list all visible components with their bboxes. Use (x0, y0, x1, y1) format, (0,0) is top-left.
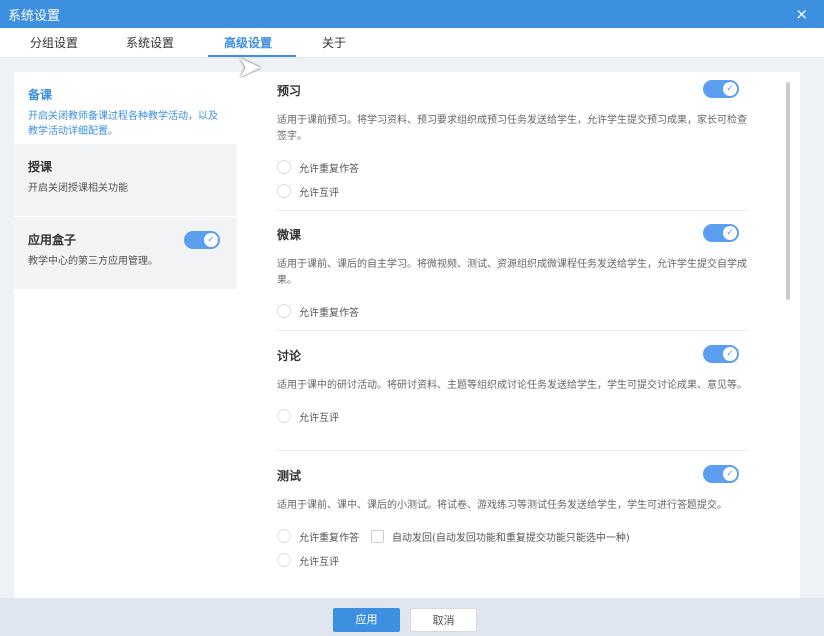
discussion-toggle[interactable] (703, 345, 739, 363)
section-desc: 适用于课中的研讨活动。将研讨资料、主题等组织成讨论任务发送给学生，学生可提交讨论… (277, 380, 747, 391)
section-preview: 预习 适用于课前预习。将学习资料、预习要求组织成预习任务发送给学生，允许学生提交… (277, 80, 747, 203)
radio-icon[interactable] (277, 184, 291, 198)
option-label: 允许重复作答 (299, 532, 359, 544)
tab-system-settings[interactable]: 系统设置 (126, 34, 174, 51)
category-desc: 开启关闭教师备课过程各种教学活动，以及教学活动详细配置。 (28, 111, 218, 137)
category-teach[interactable]: 授课 开启关闭授课相关功能 (14, 144, 237, 216)
option-allow-retry[interactable]: 允许重复作答 (277, 299, 747, 323)
footer: 应用 取消 (0, 598, 824, 636)
mouse-cursor-icon: ➤ (237, 50, 263, 85)
option-label: 允许重复作答 (299, 163, 359, 175)
auto-return-label: 自动发回(自动发回功能和重复提交功能只能选中一种) (392, 532, 630, 544)
apply-button[interactable]: 应用 (333, 608, 400, 632)
option-label: 允许互评 (299, 412, 339, 424)
section-title: 测试 (277, 469, 302, 483)
section-desc: 适用于课前、课后的自主学习。将微视频、测试、资源组织成微课程任务发送给学生，允许… (277, 259, 747, 286)
category-prepare[interactable]: 备课 开启关闭教师备课过程各种教学活动，以及教学活动详细配置。 (14, 72, 237, 144)
section-test: 测试 适用于课前、课中、课后的小测试。将试卷、游戏练习等测试任务发送给学生，学生… (277, 465, 747, 572)
category-desc: 开启关闭授课相关功能 (28, 183, 128, 194)
section-title: 微课 (277, 228, 302, 242)
preview-toggle[interactable] (703, 80, 739, 98)
section-title: 预习 (277, 84, 302, 98)
section-desc: 适用于课前、课中、课后的小测试。将试卷、游戏练习等测试任务发送给学生，学生可进行… (277, 500, 727, 511)
radio-icon[interactable] (277, 409, 291, 423)
microlesson-toggle[interactable] (703, 224, 739, 242)
option-allow-retry[interactable]: 允许重复作答 自动发回(自动发回功能和重复提交功能只能选中一种) (277, 524, 747, 548)
tab-advanced-settings[interactable]: 高级设置 (224, 34, 272, 51)
section-desc: 适用于课前预习。将学习资料、预习要求组织成预习任务发送给学生，允许学生提交预习成… (277, 115, 747, 142)
category-list: 备课 开启关闭教师备课过程各种教学活动，以及教学活动详细配置。 授课 开启关闭授… (14, 72, 237, 598)
close-icon[interactable]: × (795, 5, 808, 23)
tab-about[interactable]: 关于 (322, 34, 346, 51)
cancel-button[interactable]: 取消 (410, 608, 477, 632)
tab-group-settings[interactable]: 分组设置 (30, 34, 78, 51)
settings-panel: 预习 适用于课前预习。将学习资料、预习要求组织成预习任务发送给学生，允许学生提交… (237, 72, 800, 598)
option-allow-peer-review[interactable]: 允许互评 (277, 179, 747, 203)
option-allow-peer-review[interactable]: 允许互评 (277, 548, 747, 572)
category-desc: 教学中心的第三方应用管理。 (28, 256, 158, 267)
section-microlesson: 微课 适用于课前、课后的自主学习。将微视频、测试、资源组织成微课程任务发送给学生… (277, 224, 747, 323)
section-discussion: 讨论 适用于课中的研讨活动。将研讨资料、主题等组织成讨论任务发送给学生，学生可提… (277, 345, 747, 428)
test-toggle[interactable] (703, 465, 739, 483)
divider (277, 210, 747, 211)
divider (277, 450, 747, 451)
tab-bar: 分组设置 系统设置 高级设置 关于 (0, 28, 824, 58)
option-label: 允许互评 (299, 556, 339, 568)
scrollbar[interactable] (786, 82, 790, 300)
auto-return-checkbox[interactable] (371, 529, 384, 543)
section-title: 讨论 (277, 349, 302, 363)
option-allow-peer-review[interactable]: 允许互评 (277, 404, 747, 428)
radio-icon[interactable] (277, 553, 291, 567)
divider (277, 330, 747, 331)
radio-icon[interactable] (277, 529, 291, 543)
category-title: 备课 (28, 88, 53, 102)
category-app-box[interactable]: 应用盒子 教学中心的第三方应用管理。 (14, 217, 237, 289)
option-allow-retry[interactable]: 允许重复作答 (277, 155, 747, 179)
title-bar: 系统设置 × (0, 0, 824, 28)
option-label: 允许重复作答 (299, 307, 359, 319)
window-title: 系统设置 (8, 8, 61, 24)
radio-icon[interactable] (277, 160, 291, 174)
radio-icon[interactable] (277, 304, 291, 318)
category-title: 授课 (28, 160, 53, 174)
app-box-toggle[interactable] (184, 231, 220, 249)
option-label: 允许互评 (299, 187, 339, 199)
